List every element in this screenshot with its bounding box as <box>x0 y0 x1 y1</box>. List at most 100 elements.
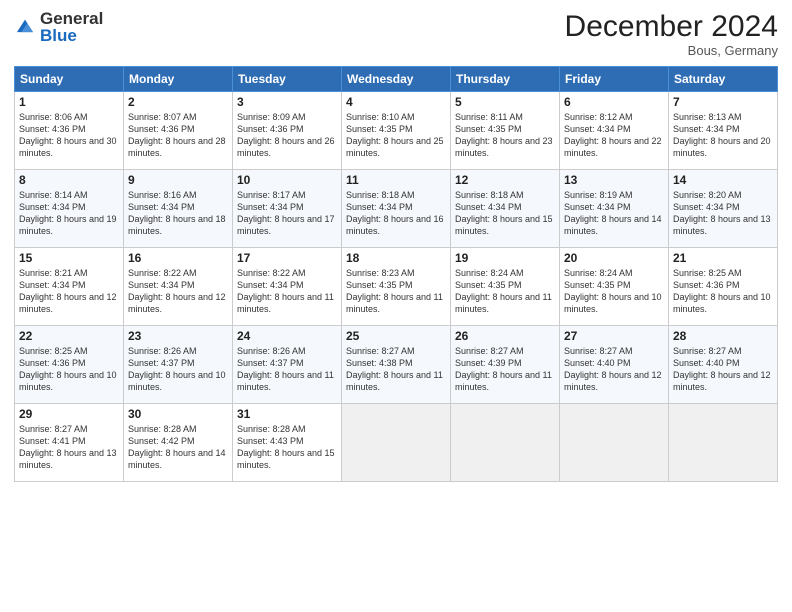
calendar-cell: 5 Sunrise: 8:11 AMSunset: 4:35 PMDaylight… <box>451 92 560 170</box>
cell-content: Sunrise: 8:28 AMSunset: 4:42 PMDaylight:… <box>128 423 228 472</box>
cell-content: Sunrise: 8:24 AMSunset: 4:35 PMDaylight:… <box>564 267 664 316</box>
cell-content: Sunrise: 8:10 AMSunset: 4:35 PMDaylight:… <box>346 111 446 160</box>
cell-content: Sunrise: 8:25 AMSunset: 4:36 PMDaylight:… <box>19 345 119 394</box>
day-number: 7 <box>673 95 773 109</box>
day-number: 30 <box>128 407 228 421</box>
page: General Blue December 2024 Bous, Germany… <box>0 0 792 612</box>
day-number: 11 <box>346 173 446 187</box>
calendar-cell: 24 Sunrise: 8:26 AMSunset: 4:37 PMDayligh… <box>233 326 342 404</box>
logo: General Blue <box>14 10 103 44</box>
col-tuesday: Tuesday <box>233 67 342 92</box>
day-number: 2 <box>128 95 228 109</box>
logo-general: General <box>40 10 103 27</box>
day-number: 31 <box>237 407 337 421</box>
cell-content: Sunrise: 8:25 AMSunset: 4:36 PMDaylight:… <box>673 267 773 316</box>
calendar-cell: 4 Sunrise: 8:10 AMSunset: 4:35 PMDaylight… <box>342 92 451 170</box>
cell-content: Sunrise: 8:12 AMSunset: 4:34 PMDaylight:… <box>564 111 664 160</box>
cell-content: Sunrise: 8:27 AMSunset: 4:38 PMDaylight:… <box>346 345 446 394</box>
calendar-cell: 6 Sunrise: 8:12 AMSunset: 4:34 PMDaylight… <box>560 92 669 170</box>
cell-content: Sunrise: 8:20 AMSunset: 4:34 PMDaylight:… <box>673 189 773 238</box>
calendar-table: Sunday Monday Tuesday Wednesday Thursday… <box>14 66 778 482</box>
day-number: 5 <box>455 95 555 109</box>
day-number: 3 <box>237 95 337 109</box>
calendar-cell <box>451 404 560 482</box>
day-number: 19 <box>455 251 555 265</box>
calendar-week-5: 29Sunrise: 8:27 AMSunset: 4:41 PMDayligh… <box>15 404 778 482</box>
cell-content: Sunrise: 8:27 AMSunset: 4:40 PMDaylight:… <box>564 345 664 394</box>
title-block: December 2024 Bous, Germany <box>565 10 778 58</box>
calendar-week-4: 22 Sunrise: 8:25 AMSunset: 4:36 PMDayligh… <box>15 326 778 404</box>
cell-content: Sunrise: 8:19 AMSunset: 4:34 PMDaylight:… <box>564 189 664 238</box>
cell-content: Sunrise: 8:17 AMSunset: 4:34 PMDaylight:… <box>237 189 337 238</box>
calendar-cell: 14 Sunrise: 8:20 AMSunset: 4:34 PMDayligh… <box>669 170 778 248</box>
cell-content: Sunrise: 8:23 AMSunset: 4:35 PMDaylight:… <box>346 267 446 316</box>
cell-content: Sunrise: 8:18 AMSunset: 4:34 PMDaylight:… <box>455 189 555 238</box>
cell-content: Sunrise: 8:22 AMSunset: 4:34 PMDaylight:… <box>128 267 228 316</box>
calendar-cell: 3 Sunrise: 8:09 AMSunset: 4:36 PMDaylight… <box>233 92 342 170</box>
calendar-cell: 28Sunrise: 8:27 AMSunset: 4:40 PMDayligh… <box>669 326 778 404</box>
calendar-cell: 21 Sunrise: 8:25 AMSunset: 4:36 PMDayligh… <box>669 248 778 326</box>
calendar-cell: 20Sunrise: 8:24 AMSunset: 4:35 PMDayligh… <box>560 248 669 326</box>
calendar-week-2: 8Sunrise: 8:14 AMSunset: 4:34 PMDaylight… <box>15 170 778 248</box>
calendar-cell: 7 Sunrise: 8:13 AMSunset: 4:34 PMDaylight… <box>669 92 778 170</box>
calendar-cell: 9 Sunrise: 8:16 AMSunset: 4:34 PMDaylight… <box>124 170 233 248</box>
calendar-cell: 11 Sunrise: 8:18 AMSunset: 4:34 PMDayligh… <box>342 170 451 248</box>
cell-content: Sunrise: 8:09 AMSunset: 4:36 PMDaylight:… <box>237 111 337 160</box>
cell-content: Sunrise: 8:27 AMSunset: 4:40 PMDaylight:… <box>673 345 773 394</box>
calendar-cell: 31Sunrise: 8:28 AMSunset: 4:43 PMDayligh… <box>233 404 342 482</box>
logo-icon <box>14 16 36 38</box>
month-title: December 2024 <box>565 10 778 43</box>
calendar-week-1: 1Sunrise: 8:06 AMSunset: 4:36 PMDaylight… <box>15 92 778 170</box>
col-thursday: Thursday <box>451 67 560 92</box>
day-number: 10 <box>237 173 337 187</box>
day-number: 4 <box>346 95 446 109</box>
day-number: 24 <box>237 329 337 343</box>
day-number: 13 <box>564 173 664 187</box>
cell-content: Sunrise: 8:16 AMSunset: 4:34 PMDaylight:… <box>128 189 228 238</box>
day-number: 21 <box>673 251 773 265</box>
day-number: 17 <box>237 251 337 265</box>
cell-content: Sunrise: 8:11 AMSunset: 4:35 PMDaylight:… <box>455 111 555 160</box>
cell-content: Sunrise: 8:07 AMSunset: 4:36 PMDaylight:… <box>128 111 228 160</box>
calendar-cell: 29Sunrise: 8:27 AMSunset: 4:41 PMDayligh… <box>15 404 124 482</box>
day-number: 14 <box>673 173 773 187</box>
col-saturday: Saturday <box>669 67 778 92</box>
day-number: 25 <box>346 329 446 343</box>
day-number: 27 <box>564 329 664 343</box>
header: General Blue December 2024 Bous, Germany <box>14 10 778 58</box>
cell-content: Sunrise: 8:26 AMSunset: 4:37 PMDaylight:… <box>237 345 337 394</box>
calendar-header-row: Sunday Monday Tuesday Wednesday Thursday… <box>15 67 778 92</box>
calendar-cell: 12Sunrise: 8:18 AMSunset: 4:34 PMDayligh… <box>451 170 560 248</box>
col-sunday: Sunday <box>15 67 124 92</box>
calendar-week-3: 15Sunrise: 8:21 AMSunset: 4:34 PMDayligh… <box>15 248 778 326</box>
logo-blue: Blue <box>40 27 103 44</box>
cell-content: Sunrise: 8:26 AMSunset: 4:37 PMDaylight:… <box>128 345 228 394</box>
calendar-cell: 19 Sunrise: 8:24 AMSunset: 4:35 PMDayligh… <box>451 248 560 326</box>
day-number: 22 <box>19 329 119 343</box>
calendar-cell: 30 Sunrise: 8:28 AMSunset: 4:42 PMDayligh… <box>124 404 233 482</box>
day-number: 16 <box>128 251 228 265</box>
calendar-cell: 8Sunrise: 8:14 AMSunset: 4:34 PMDaylight… <box>15 170 124 248</box>
day-number: 29 <box>19 407 119 421</box>
calendar-cell: 15Sunrise: 8:21 AMSunset: 4:34 PMDayligh… <box>15 248 124 326</box>
cell-content: Sunrise: 8:24 AMSunset: 4:35 PMDaylight:… <box>455 267 555 316</box>
day-number: 26 <box>455 329 555 343</box>
calendar-cell: 23Sunrise: 8:26 AMSunset: 4:37 PMDayligh… <box>124 326 233 404</box>
calendar-cell: 27 Sunrise: 8:27 AMSunset: 4:40 PMDayligh… <box>560 326 669 404</box>
cell-content: Sunrise: 8:14 AMSunset: 4:34 PMDaylight:… <box>19 189 119 238</box>
day-number: 9 <box>128 173 228 187</box>
day-number: 18 <box>346 251 446 265</box>
cell-content: Sunrise: 8:18 AMSunset: 4:34 PMDaylight:… <box>346 189 446 238</box>
col-wednesday: Wednesday <box>342 67 451 92</box>
calendar-cell: 17Sunrise: 8:22 AMSunset: 4:34 PMDayligh… <box>233 248 342 326</box>
calendar-cell: 25 Sunrise: 8:27 AMSunset: 4:38 PMDayligh… <box>342 326 451 404</box>
calendar-cell: 26Sunrise: 8:27 AMSunset: 4:39 PMDayligh… <box>451 326 560 404</box>
cell-content: Sunrise: 8:06 AMSunset: 4:36 PMDaylight:… <box>19 111 119 160</box>
cell-content: Sunrise: 8:13 AMSunset: 4:34 PMDaylight:… <box>673 111 773 160</box>
calendar-cell: 22 Sunrise: 8:25 AMSunset: 4:36 PMDayligh… <box>15 326 124 404</box>
col-friday: Friday <box>560 67 669 92</box>
day-number: 6 <box>564 95 664 109</box>
calendar-cell: 13 Sunrise: 8:19 AMSunset: 4:34 PMDayligh… <box>560 170 669 248</box>
calendar-cell: 10 Sunrise: 8:17 AMSunset: 4:34 PMDayligh… <box>233 170 342 248</box>
calendar-cell <box>560 404 669 482</box>
